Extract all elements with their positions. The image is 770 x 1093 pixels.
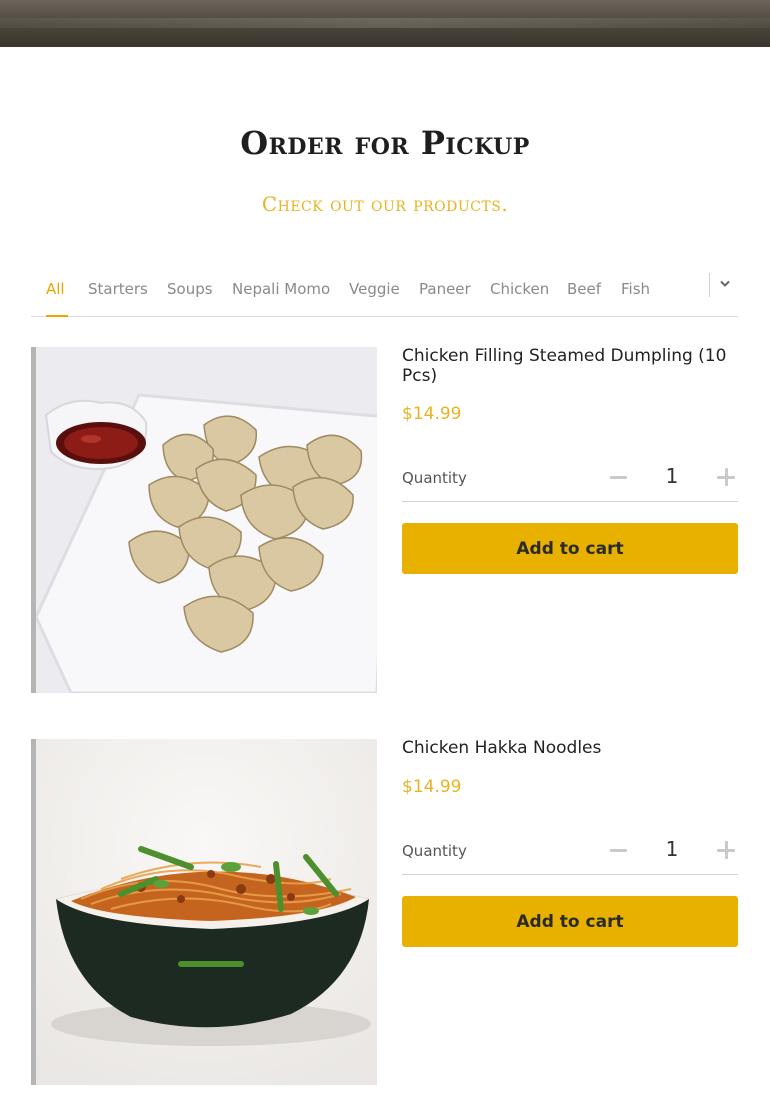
tab-all[interactable]: All — [46, 280, 65, 298]
quantity-decrease-button[interactable] — [608, 840, 628, 860]
steamed-dumplings-photo — [31, 347, 377, 693]
product-card: Chicken Hakka Noodles $14.99 Quantity 1 … — [31, 738, 738, 1085]
quantity-increase-button[interactable] — [716, 467, 736, 487]
tab-fish[interactable]: Fish — [621, 280, 650, 298]
quantity-increase-button[interactable] — [716, 840, 736, 860]
quantity-value[interactable]: 1 — [658, 464, 686, 488]
tab-paneer[interactable]: Paneer — [419, 280, 471, 298]
more-categories-button[interactable] — [714, 272, 736, 296]
page-subtitle: Check out our products. — [261, 192, 509, 216]
page-title: Order for Pickup — [240, 124, 530, 162]
hakka-noodles-photo — [31, 739, 377, 1085]
tab-soups[interactable]: Soups — [167, 280, 213, 298]
hero-banner-image — [0, 0, 770, 47]
active-tab-indicator — [46, 315, 68, 317]
quantity-row: Quantity 1 — [402, 459, 738, 502]
tab-nepali-momo[interactable]: Nepali Momo — [232, 280, 330, 298]
tabs-divider — [709, 273, 710, 297]
product-price: $14.99 — [402, 404, 462, 424]
tab-veggie[interactable]: Veggie — [349, 280, 400, 298]
product-name: Chicken Filling Steamed Dumpling (10 Pcs… — [402, 346, 727, 386]
quantity-label: Quantity — [402, 842, 467, 860]
product-card: Chicken Filling Steamed Dumpling (10 Pcs… — [31, 346, 738, 693]
add-to-cart-button[interactable]: Add to cart — [402, 896, 738, 947]
tab-starters[interactable]: Starters — [88, 280, 148, 298]
product-image[interactable] — [31, 347, 377, 693]
quantity-value[interactable]: 1 — [658, 837, 686, 861]
product-name: Chicken Hakka Noodles — [402, 738, 602, 758]
tab-beef[interactable]: Beef — [567, 280, 601, 298]
chevron-down-icon — [720, 280, 730, 287]
quantity-label: Quantity — [402, 469, 467, 487]
quantity-row: Quantity 1 — [402, 832, 738, 875]
product-price: $14.99 — [402, 777, 462, 797]
quantity-decrease-button[interactable] — [608, 467, 628, 487]
product-image[interactable] — [31, 739, 377, 1085]
tab-chicken[interactable]: Chicken — [490, 280, 549, 298]
add-to-cart-button[interactable]: Add to cart — [402, 523, 738, 574]
category-tabs: All Starters Soups Nepali Momo Veggie Pa… — [31, 270, 738, 317]
